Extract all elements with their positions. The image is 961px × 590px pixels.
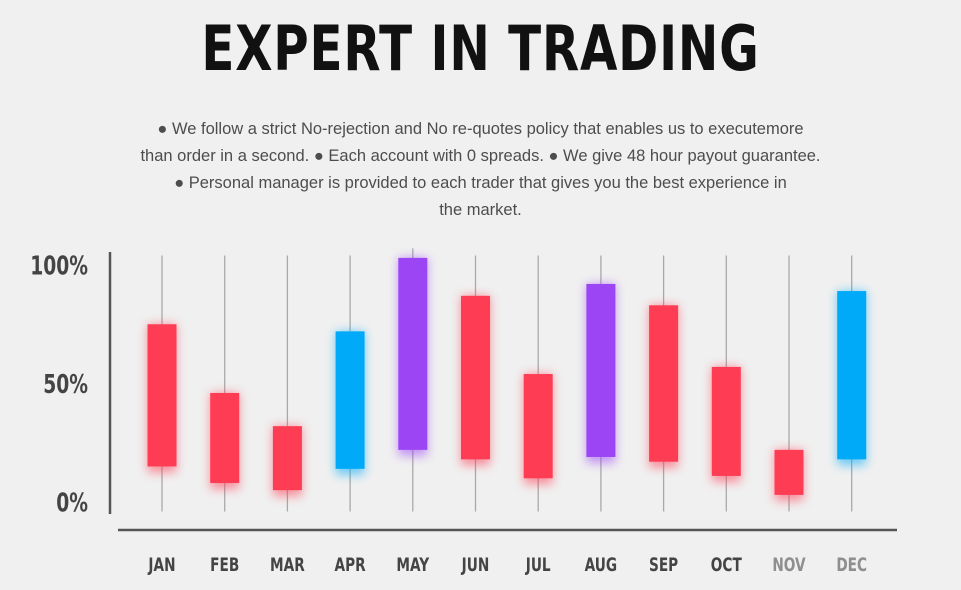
x-tick-label-feb: FEB <box>210 554 239 576</box>
candle-body-aug <box>586 283 616 457</box>
x-tick-label-apr: APR <box>335 554 366 576</box>
x-tick-label-jul: JUL <box>525 554 551 576</box>
x-tick-label-mar: MAR <box>270 554 305 576</box>
y-tick-label-50: 50% <box>43 370 88 400</box>
candle-body-jul <box>523 374 553 479</box>
x-tick-label-sep: SEP <box>649 554 678 576</box>
candle-body-oct <box>711 366 741 476</box>
candle-body-jun <box>461 295 490 460</box>
x-tick-label-may: MAY <box>396 554 430 576</box>
candle-body-may <box>398 257 428 450</box>
y-tick-label-100: 100% <box>30 252 88 282</box>
candle-body-feb <box>210 392 240 484</box>
x-tick-label-aug: AUG <box>585 554 617 576</box>
y-tick-label-0: 0% <box>56 489 88 519</box>
candlestick-chart: JAN FEB MAR APR MAY JUN JUL AUG SEP OCT NOV DEC 0% 50… <box>30 248 897 576</box>
x-tick-label-jan: JAN <box>148 554 176 576</box>
candle-body-nov <box>774 449 804 495</box>
x-tick-label-dec: DEC <box>836 554 867 576</box>
candle-body-dec <box>837 291 867 460</box>
x-tick-label-nov: NOV <box>772 554 805 576</box>
page: EXPERT IN TRADING ● We follow a strict N… <box>0 0 961 590</box>
x-tick-label-jun: JUN <box>461 554 489 576</box>
candle-body-sep <box>649 305 679 462</box>
x-tick-label-oct: OCT <box>711 554 743 576</box>
candle-body-jan <box>147 324 177 467</box>
candle-body-mar <box>272 426 302 491</box>
candle-body-apr <box>335 331 365 469</box>
